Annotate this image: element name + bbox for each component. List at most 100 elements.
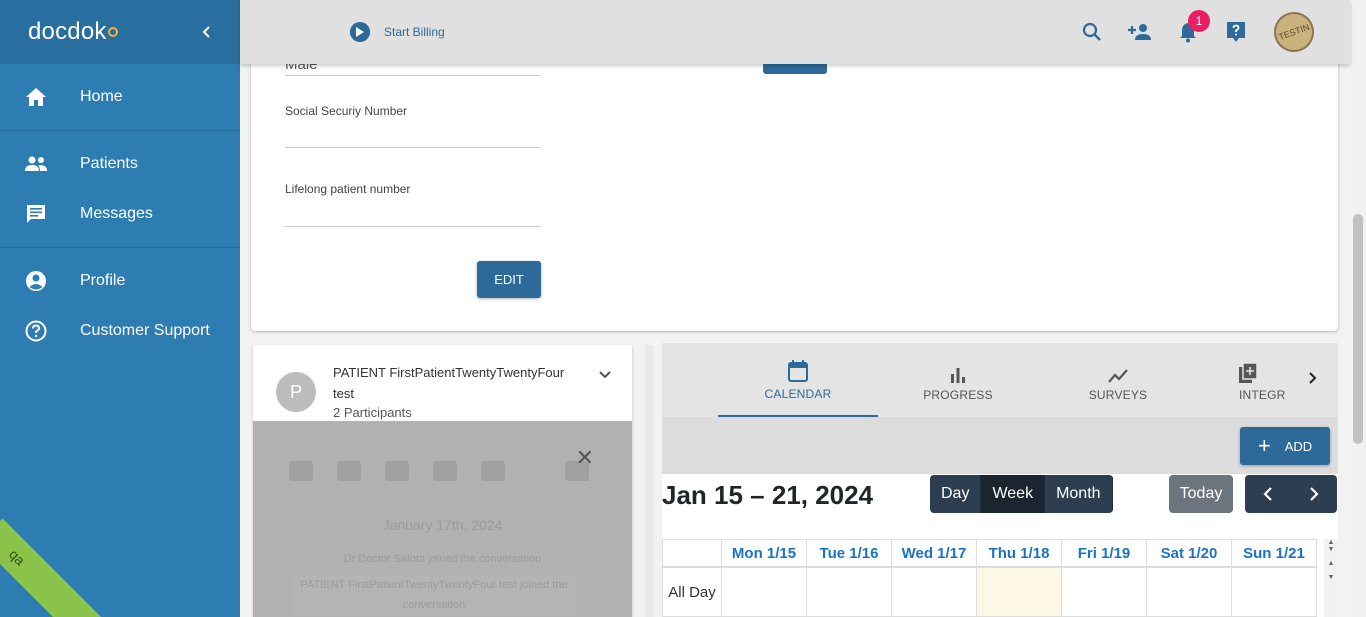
tab-integrations[interactable]: INTEGR [1198, 343, 1318, 417]
notification-badge: 1 [1188, 10, 1210, 32]
top-actions: 1 TESTIN [1068, 6, 1320, 58]
chevron-left-icon[interactable] [200, 25, 214, 39]
sidebar-item-messages[interactable]: Messages [0, 189, 240, 239]
environment-label: qa [6, 546, 29, 569]
prev-week-button[interactable] [1245, 475, 1291, 513]
day-header[interactable]: Sun 1/21 [1232, 539, 1317, 567]
all-day-slot[interactable] [1147, 567, 1232, 617]
tab-label: INTEGR [1239, 387, 1286, 402]
view-switcher: Day Week Month [930, 475, 1113, 513]
chevron-right-icon[interactable] [1308, 371, 1318, 385]
chevron-right-icon [1310, 487, 1319, 501]
person-add-icon [1128, 24, 1151, 40]
chevron-down-icon[interactable] [598, 370, 612, 380]
conversation-header[interactable]: P PATIENT FirstPatientTwentyTwentyFour t… [253, 345, 632, 421]
tab-calendar[interactable]: CALENDAR [718, 343, 878, 417]
sidebar-item-patients[interactable]: Patients [0, 139, 240, 189]
search-button[interactable] [1068, 12, 1116, 52]
close-icon[interactable]: ✕ [576, 445, 594, 471]
all-day-label: All Day [662, 567, 722, 617]
lifelong-number-field[interactable] [285, 226, 541, 227]
logo[interactable]: docdok [28, 18, 118, 46]
patient-profile-card: Male Social Securiy Number Lifelong pati… [251, 40, 1338, 331]
help-button[interactable] [1212, 12, 1260, 52]
all-day-slot[interactable] [722, 567, 807, 617]
add-label: ADD [1284, 438, 1313, 454]
all-day-slot[interactable] [1062, 567, 1147, 617]
sidebar-item-label: Patients [80, 155, 138, 172]
ssn-label: Social Securiy Number [285, 104, 408, 118]
divider [0, 247, 240, 248]
tab-label: PROGRESS [923, 387, 993, 402]
sidebar-item-home[interactable]: Home [0, 72, 240, 122]
user-avatar[interactable]: TESTIN [1268, 6, 1320, 58]
day-header[interactable]: Wed 1/17 [892, 539, 977, 567]
day-header[interactable]: Fri 1/19 [1062, 539, 1147, 567]
sidebar-header: docdok [0, 0, 240, 64]
help-icon [1227, 22, 1245, 42]
conversation-panel: P PATIENT FirstPatientTwentyTwentyFour t… [253, 345, 632, 617]
environment-ribbon: qa [0, 518, 102, 617]
sidebar-item-label: Home [80, 88, 123, 105]
search-icon [1082, 22, 1101, 41]
today-button[interactable]: Today [1169, 475, 1233, 513]
sidebar-item-profile[interactable]: Profile [0, 256, 240, 306]
week-grid: Mon 1/15 Tue 1/16 Wed 1/17 Thu 1/18 Fri … [662, 539, 1338, 617]
lifelong-number-label: Lifelong patient number [285, 182, 411, 196]
ssn-field[interactable] [285, 147, 541, 148]
message-icon [24, 202, 48, 226]
home-icon [24, 85, 48, 109]
view-week-button[interactable]: Week [981, 475, 1046, 513]
day-header[interactable]: Mon 1/15 [722, 539, 807, 567]
day-header[interactable]: Tue 1/16 [807, 539, 892, 567]
tab-label: CALENDAR [764, 386, 832, 401]
account-circle-icon [24, 269, 48, 293]
day-header[interactable]: Thu 1/18 [977, 539, 1062, 567]
play-icon [350, 22, 370, 42]
column-divider [645, 345, 653, 617]
all-day-slot-today[interactable] [977, 567, 1062, 617]
calendar-nav [1245, 475, 1337, 513]
all-day-row: All Day [662, 567, 1338, 617]
calendar-icon [788, 358, 808, 382]
edit-button[interactable]: EDIT [477, 261, 541, 298]
notifications-button[interactable]: 1 [1164, 10, 1212, 52]
view-day-button[interactable]: Day [930, 475, 982, 513]
sidebar-item-label: Profile [80, 272, 126, 289]
day-header-row: Mon 1/15 Tue 1/16 Wed 1/17 Thu 1/18 Fri … [662, 539, 1338, 567]
divider [0, 130, 240, 131]
page-scrollbar[interactable] [1350, 0, 1366, 617]
conversation-title: PATIENT FirstPatientTwentyTwentyFour tes… [333, 365, 565, 401]
bar-chart-icon [950, 359, 966, 383]
view-month-button[interactable]: Month [1045, 475, 1113, 513]
add-event-button[interactable]: + ADD [1240, 427, 1330, 465]
tab-surveys[interactable]: SURVEYS [1038, 343, 1198, 417]
logo-mark-icon [107, 27, 118, 37]
logo-text: docdok [28, 18, 107, 45]
sidebar-item-label: Customer Support [80, 322, 210, 339]
sidebar-item-label: Messages [80, 205, 153, 222]
people-icon [24, 152, 48, 176]
participants-count: 2 Participants [333, 405, 412, 420]
chevron-left-icon [1263, 487, 1272, 501]
start-billing-label: Start Billing [384, 25, 445, 39]
corner-cell [662, 539, 722, 567]
help-circle-icon [24, 319, 48, 343]
tab-progress[interactable]: PROGRESS [878, 343, 1038, 417]
calendar-range-title: Jan 15 – 21, 2024 [662, 480, 874, 510]
avatar: P [276, 372, 316, 412]
start-billing-button[interactable]: Start Billing [350, 22, 445, 42]
trend-line-icon [1108, 359, 1128, 383]
sidebar-item-customer-support[interactable]: Customer Support [0, 306, 240, 356]
calendar-scrollbar[interactable]: ▲ ▼ ▲ ▼ [1324, 539, 1338, 617]
add-patient-button[interactable] [1116, 12, 1164, 52]
next-week-button[interactable] [1291, 475, 1337, 513]
all-day-slot[interactable] [807, 567, 892, 617]
all-day-slot[interactable] [1232, 567, 1317, 617]
patient-detail-panel: CALENDAR PROGRESS SURVEYS INTEGR + ADD Ja… [662, 343, 1338, 617]
scrollbar-thumb[interactable] [1353, 214, 1363, 444]
sidebar: docdok Home Patients Messages Profile Cu… [0, 0, 240, 617]
all-day-slot[interactable] [892, 567, 977, 617]
day-header[interactable]: Sat 1/20 [1147, 539, 1232, 567]
top-bar: Start Billing 1 TESTIN [240, 0, 1350, 64]
